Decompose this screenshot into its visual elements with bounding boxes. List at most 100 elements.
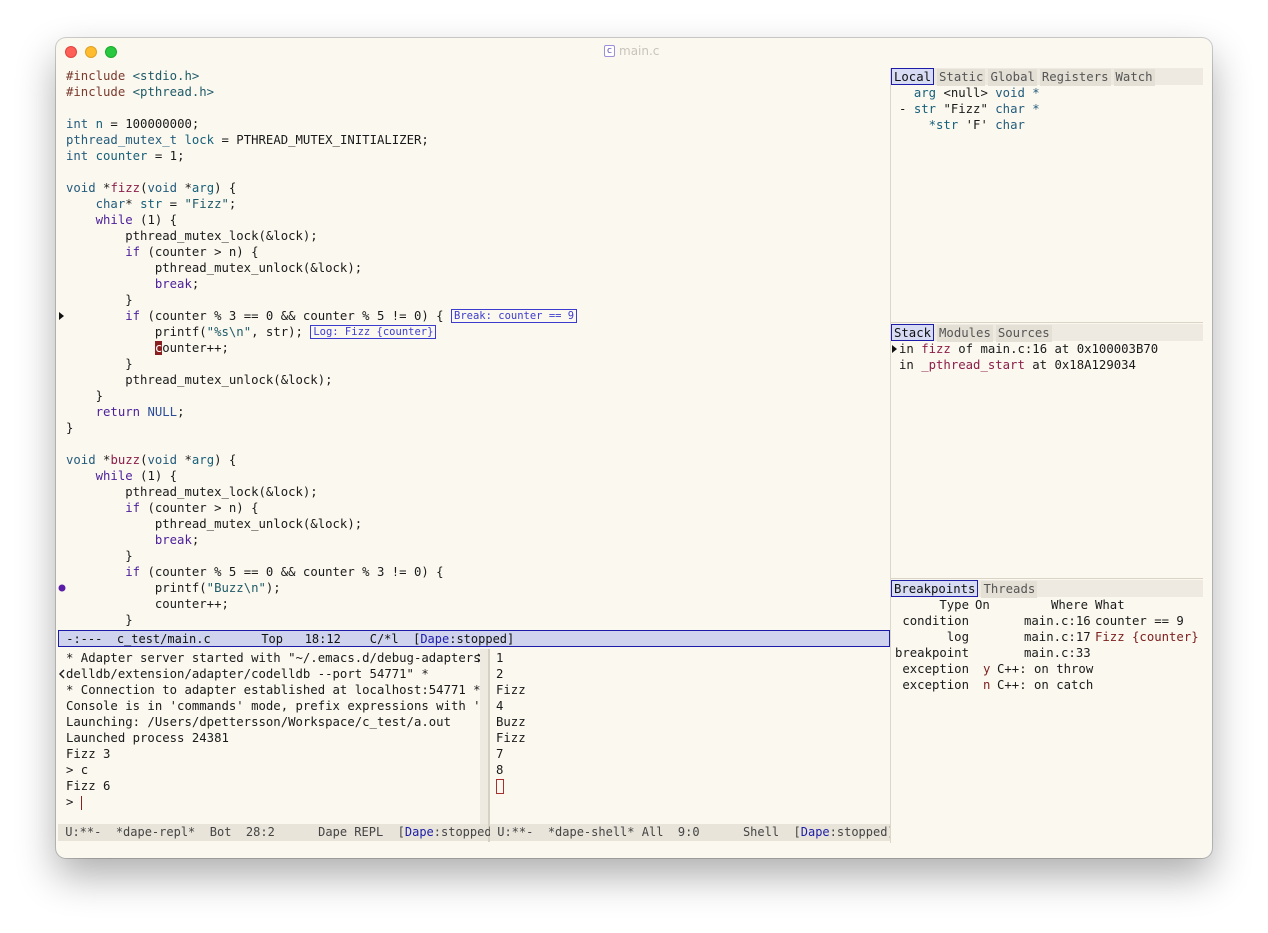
code-token: (counter > n) { xyxy=(140,501,259,515)
code-token: int xyxy=(66,117,89,131)
stack-frame-row[interactable]: in _pthread_start at 0x18A129034 xyxy=(899,357,1136,373)
tab-stack[interactable]: Stack xyxy=(891,324,935,341)
frame-location: 0x18A129034 xyxy=(1054,358,1136,372)
modeline-status: -:--- xyxy=(66,632,103,646)
frame-function: _pthread_start xyxy=(921,358,1025,372)
stack-list[interactable]: in fizz of main.c:16 at 0x100003B70 in _p… xyxy=(891,341,1203,541)
code-line: break; xyxy=(66,276,199,292)
scopes-list[interactable]: arg <null> void * - str "Fizz" char * *st… xyxy=(891,85,1203,325)
code-token: int xyxy=(66,149,89,163)
variable-value: 'F' xyxy=(965,118,988,132)
modeline-line-col: 28:2 xyxy=(245,825,275,839)
breakpoint-row[interactable]: exception n C++: on catch xyxy=(891,677,1203,693)
variable-value: <null> xyxy=(943,86,988,100)
code-token: ) { xyxy=(214,181,237,195)
close-window-button[interactable] xyxy=(65,46,77,58)
frame-prefix: in xyxy=(899,358,922,372)
repl-scrollbar[interactable] xyxy=(480,649,488,825)
code-token: } xyxy=(66,389,104,403)
code-line: } xyxy=(66,612,132,628)
code-line: printf("Buzz\n"); xyxy=(66,580,281,596)
scope-variable-row[interactable]: arg <null> void * xyxy=(899,85,1040,101)
breakpoint-enabled-flag[interactable]: n xyxy=(983,677,990,693)
code-token: fizz xyxy=(110,181,141,195)
tab-threads[interactable]: Threads xyxy=(981,581,1038,598)
breakpoint-what: counter == 9 xyxy=(1095,614,1184,628)
shell-output-line: 8 xyxy=(496,763,504,777)
code-token: while xyxy=(95,469,133,483)
tab-sources[interactable]: Sources xyxy=(995,325,1052,342)
minimize-window-button[interactable] xyxy=(85,46,97,58)
breakpoints-header: Type On Where What xyxy=(891,597,1203,613)
code-token: pthread_mutex_lock(&lock); xyxy=(66,229,318,243)
breakpoint-dot-icon[interactable] xyxy=(58,580,66,596)
code-token: "%s\n" xyxy=(206,325,252,339)
modeline-buffer-name[interactable]: *dape-shell* xyxy=(548,825,635,839)
code-token: * xyxy=(125,197,141,211)
modeline-buffer-name[interactable]: *dape-repl* xyxy=(116,825,195,839)
code-token: pthread_mutex_unlock(&lock); xyxy=(66,373,333,387)
tab-modules[interactable]: Modules xyxy=(937,325,993,342)
modeline-dape-label[interactable]: Dape xyxy=(801,825,830,839)
window-title: c main.c xyxy=(604,44,659,58)
code-token: = xyxy=(162,197,185,211)
repl-line: * Connection to adapter established at l… xyxy=(66,683,481,697)
tab-registers[interactable]: Registers xyxy=(1039,69,1111,86)
code-line: pthread_mutex_lock(&lock); xyxy=(66,484,318,500)
tab-global[interactable]: Global xyxy=(988,69,1037,86)
scope-variable-row[interactable]: - str "Fizz" char * xyxy=(899,101,1040,117)
window-divider[interactable] xyxy=(488,649,490,842)
tab-local[interactable]: Local xyxy=(891,68,935,85)
modeline-major-mode: Shell xyxy=(742,825,780,839)
panel-separator xyxy=(891,322,1203,323)
stack-frame-row[interactable]: in fizz of main.c:16 at 0x100003B70 xyxy=(899,341,1158,357)
code-token: (counter % 3 == 0 && counter % 5 != 0) { xyxy=(140,309,451,323)
repl-line: Console is in 'commands' mode, prefix ex… xyxy=(66,699,486,713)
code-token: lock xyxy=(184,133,215,147)
code-token: ; xyxy=(191,277,200,291)
modeline-buffer-name[interactable]: c_test/main.c xyxy=(117,632,211,646)
breakpoint-enabled-flag[interactable]: y xyxy=(983,661,990,677)
modeline-dape-label[interactable]: Dape xyxy=(420,632,449,646)
tab-breakpoints[interactable]: Breakpoints xyxy=(891,580,979,597)
code-line: } xyxy=(66,356,132,372)
code-token: "Fizz" xyxy=(184,197,229,211)
repl-line: > c xyxy=(66,763,89,777)
modeline-dape-state: :stopped xyxy=(449,632,508,646)
code-token: (1) { xyxy=(132,213,178,227)
breakpoint-row[interactable]: exception y C++: on throw xyxy=(891,661,1203,677)
code-token: * xyxy=(177,453,192,467)
breakpoints-table[interactable]: Type On Where What condition main.c:16 counter… xyxy=(891,597,1203,797)
emacs-window: c main.c #include <stdio.h> #include <pth… xyxy=(56,38,1212,858)
dape-shell-buffer[interactable]: 1 2 Fizz 4 Buzz Fizz 7 8 xyxy=(492,649,890,825)
code-line: counter++; xyxy=(66,596,229,612)
expand-toggle[interactable]: - xyxy=(899,102,914,116)
repl-line: Fizz 3 xyxy=(66,747,111,761)
code-line: pthread_mutex_lock(&lock); xyxy=(66,228,318,244)
zoom-window-button[interactable] xyxy=(105,46,117,58)
shell-cursor-box xyxy=(496,779,504,794)
code-line: pthread_mutex_unlock(&lock); xyxy=(66,260,362,276)
breakpoint-row[interactable]: condition main.c:16 counter == 9 xyxy=(891,613,1203,629)
tab-watch[interactable]: Watch xyxy=(1113,69,1155,86)
code-token: , str); xyxy=(251,325,311,339)
code-token: if xyxy=(125,501,141,515)
code-line: while (1) { xyxy=(66,212,177,228)
breakpoint-row[interactable]: breakpoint main.c:33 xyxy=(891,645,1203,661)
source-editor[interactable]: #include <stdio.h> #include <pthread.h> in… xyxy=(58,67,890,629)
variable-type: char * xyxy=(995,102,1040,116)
code-token: = 1; xyxy=(147,149,185,163)
frame-sep: of xyxy=(950,342,981,356)
tab-static[interactable]: Static xyxy=(937,69,986,86)
panel-separator xyxy=(891,578,1203,579)
scope-variable-row[interactable]: *str 'F' char xyxy=(899,117,1025,133)
modeline-dape-label[interactable]: Dape xyxy=(405,825,434,839)
breakpoint-row[interactable]: log main.c:17 Fizz {counter} xyxy=(891,629,1203,645)
dape-repl-buffer[interactable]: * Adapter server started with "~/.emacs.… xyxy=(58,649,486,825)
code-line: while (1) { xyxy=(66,468,177,484)
